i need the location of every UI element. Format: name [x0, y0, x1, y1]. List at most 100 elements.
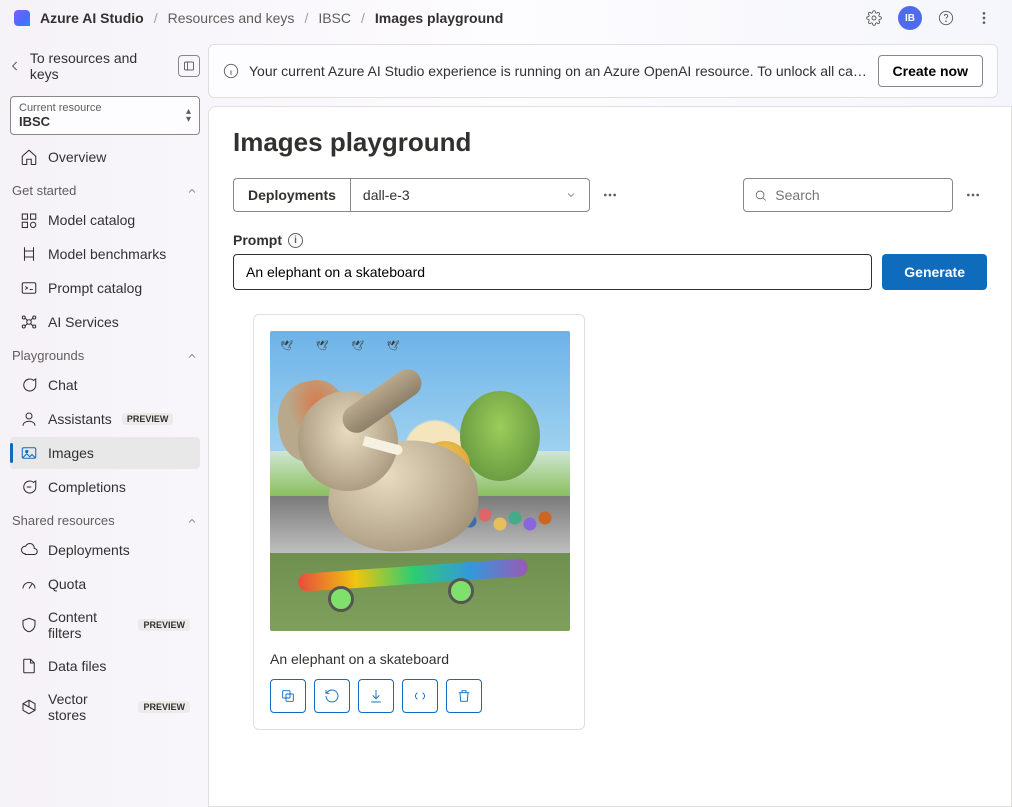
azure-logo-icon [14, 10, 30, 26]
sidebar-item-label: Images [48, 445, 94, 461]
generate-button[interactable]: Generate [882, 254, 987, 290]
deployment-more-button[interactable] [596, 178, 624, 212]
back-link[interactable]: To resources and keys [8, 44, 172, 88]
resource-selector-value: IBSC [19, 114, 102, 129]
breadcrumb-resources[interactable]: Resources and keys [168, 10, 295, 26]
chevron-up-icon [186, 515, 198, 527]
help-icon[interactable] [932, 4, 960, 32]
sidebar-item-vector-stores[interactable]: Vector stores PREVIEW [10, 684, 200, 730]
shield-icon [20, 616, 38, 634]
more-icon[interactable] [970, 4, 998, 32]
top-bar: Azure AI Studio / Resources and keys / I… [0, 0, 1012, 36]
sidebar-item-data-files[interactable]: Data files [10, 650, 200, 682]
notice-text: Your current Azure AI Studio experience … [249, 63, 868, 79]
page-title: Images playground [233, 127, 987, 158]
copy-button[interactable] [270, 679, 306, 713]
sidebar-item-deployments[interactable]: Deployments [10, 534, 200, 566]
preview-badge: PREVIEW [138, 701, 190, 713]
sidebar-item-label: Prompt catalog [48, 280, 142, 296]
create-now-button[interactable]: Create now [878, 55, 983, 87]
chat-icon [20, 376, 38, 394]
resource-selector-label: Current resource [19, 102, 102, 114]
toolbar-more-button[interactable] [959, 178, 987, 212]
benchmarks-icon [20, 245, 38, 263]
sidebar-item-label: AI Services [48, 314, 119, 330]
prompt-icon [20, 279, 38, 297]
sidebar-item-overview[interactable]: Overview [10, 141, 200, 173]
chevron-up-icon [186, 185, 198, 197]
info-icon [223, 63, 239, 79]
sidebar-item-content-filters[interactable]: Content filters PREVIEW [10, 602, 200, 648]
sidebar-item-model-benchmarks[interactable]: Model benchmarks [10, 238, 200, 270]
catalog-icon [20, 211, 38, 229]
brand-name[interactable]: Azure AI Studio [40, 10, 144, 26]
preview-badge: PREVIEW [138, 619, 190, 631]
result-card: 🕊 🕊 🕊 🕊 An elephant [253, 314, 585, 730]
result-caption: An elephant on a skateboard [270, 651, 568, 667]
breadcrumb-separator: / [154, 10, 158, 26]
images-icon [20, 444, 38, 462]
regenerate-button[interactable] [314, 679, 350, 713]
completions-icon [20, 478, 38, 496]
content-panel: Images playground Deployments dall-e-3 [208, 106, 1012, 807]
sidebar-item-assistants[interactable]: Assistants PREVIEW [10, 403, 200, 435]
sidebar-section-get-started[interactable]: Get started [8, 175, 208, 202]
search-icon [754, 188, 767, 203]
back-link-label: To resources and keys [30, 50, 168, 82]
sidebar-item-label: Completions [48, 479, 126, 495]
prompt-label: Prompt [233, 232, 282, 248]
prompt-input[interactable] [233, 254, 872, 290]
avatar[interactable]: IB [898, 6, 922, 30]
sidebar-section-shared[interactable]: Shared resources [8, 505, 208, 532]
breadcrumb-resource-name[interactable]: IBSC [318, 10, 351, 26]
sidebar-item-images[interactable]: Images [10, 437, 200, 469]
search-input[interactable] [775, 179, 942, 211]
sidebar-item-label: Model benchmarks [48, 246, 166, 262]
chevron-down-icon [565, 189, 577, 201]
download-button[interactable] [358, 679, 394, 713]
notice-bar: Your current Azure AI Studio experience … [208, 44, 998, 98]
code-button[interactable] [402, 679, 438, 713]
breadcrumb-separator: / [304, 10, 308, 26]
home-icon [20, 148, 38, 166]
sidebar-item-prompt-catalog[interactable]: Prompt catalog [10, 272, 200, 304]
sidebar-section-label: Playgrounds [12, 348, 84, 363]
sidebar-item-completions[interactable]: Completions [10, 471, 200, 503]
sidebar: To resources and keys Current resource I… [0, 36, 208, 807]
breadcrumb-separator: / [361, 10, 365, 26]
info-icon[interactable]: i [288, 233, 303, 248]
sidebar-item-label: Content filters [48, 609, 128, 641]
settings-icon[interactable] [860, 4, 888, 32]
sidebar-section-playgrounds[interactable]: Playgrounds [8, 340, 208, 367]
panel-collapse-icon[interactable] [178, 55, 200, 77]
sidebar-item-label: Chat [48, 377, 78, 393]
sidebar-item-label: Vector stores [48, 691, 128, 723]
sidebar-item-quota[interactable]: Quota [10, 568, 200, 600]
assistants-icon [20, 410, 38, 428]
deployment-selected: dall-e-3 [363, 187, 410, 203]
sidebar-item-label: Deployments [48, 542, 130, 558]
sidebar-section-label: Shared resources [12, 513, 115, 528]
resource-selector[interactable]: Current resource IBSC ▴▾ [10, 96, 200, 135]
sidebar-item-ai-services[interactable]: AI Services [10, 306, 200, 338]
main-area: Your current Azure AI Studio experience … [208, 36, 1012, 807]
sidebar-item-label: Quota [48, 576, 86, 592]
quota-icon [20, 575, 38, 593]
deployments-icon [20, 541, 38, 559]
chevron-up-icon [186, 350, 198, 362]
deployment-selector[interactable]: dall-e-3 [350, 178, 590, 212]
delete-button[interactable] [446, 679, 482, 713]
sidebar-item-label: Overview [48, 149, 106, 165]
file-icon [20, 657, 38, 675]
sidebar-item-chat[interactable]: Chat [10, 369, 200, 401]
search-box[interactable] [743, 178, 953, 212]
vector-icon [20, 698, 38, 716]
generated-image[interactable]: 🕊 🕊 🕊 🕊 [270, 331, 570, 631]
sidebar-item-label: Data files [48, 658, 106, 674]
sidebar-item-label: Model catalog [48, 212, 135, 228]
services-icon [20, 313, 38, 331]
updown-icon: ▴▾ [186, 108, 191, 124]
sidebar-item-label: Assistants [48, 411, 112, 427]
preview-badge: PREVIEW [122, 413, 174, 425]
sidebar-item-model-catalog[interactable]: Model catalog [10, 204, 200, 236]
